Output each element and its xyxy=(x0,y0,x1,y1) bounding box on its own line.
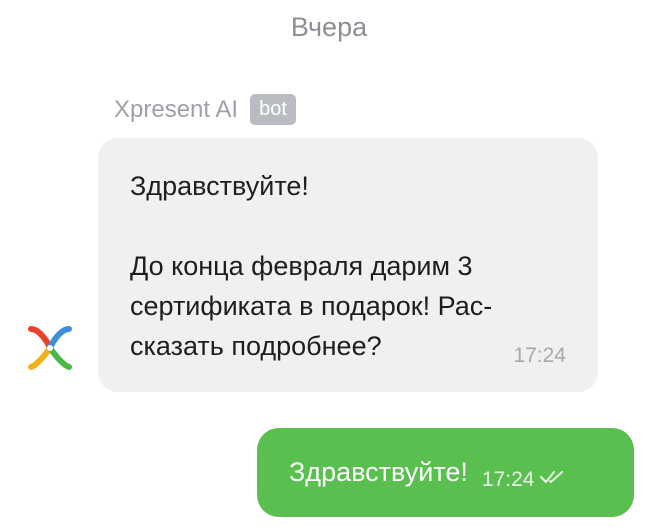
sender-name[interactable]: Xpresent AI xyxy=(114,96,238,124)
incoming-message-time: 17:24 xyxy=(513,344,566,367)
bot-badge: bot xyxy=(250,94,296,125)
xpresent-logo-icon[interactable] xyxy=(25,323,75,373)
outgoing-message-bubble[interactable]: Здравствуйте! 17:24 xyxy=(257,428,634,517)
outgoing-message-time: 17:24 xyxy=(481,467,535,491)
sender-row: Xpresent AI bot xyxy=(114,94,296,125)
outgoing-message-meta: 17:24 xyxy=(482,468,567,492)
incoming-message-bubble[interactable]: Здравствуйте! До конца февраля дарим 3 с… xyxy=(98,138,598,392)
date-separator: Вчера xyxy=(290,12,368,42)
outgoing-message-text: Здравствуйте! xyxy=(289,457,468,487)
incoming-message-text: Здравствуйте! До конца февраля дарим 3 с… xyxy=(130,171,493,361)
double-check-icon xyxy=(540,469,566,490)
